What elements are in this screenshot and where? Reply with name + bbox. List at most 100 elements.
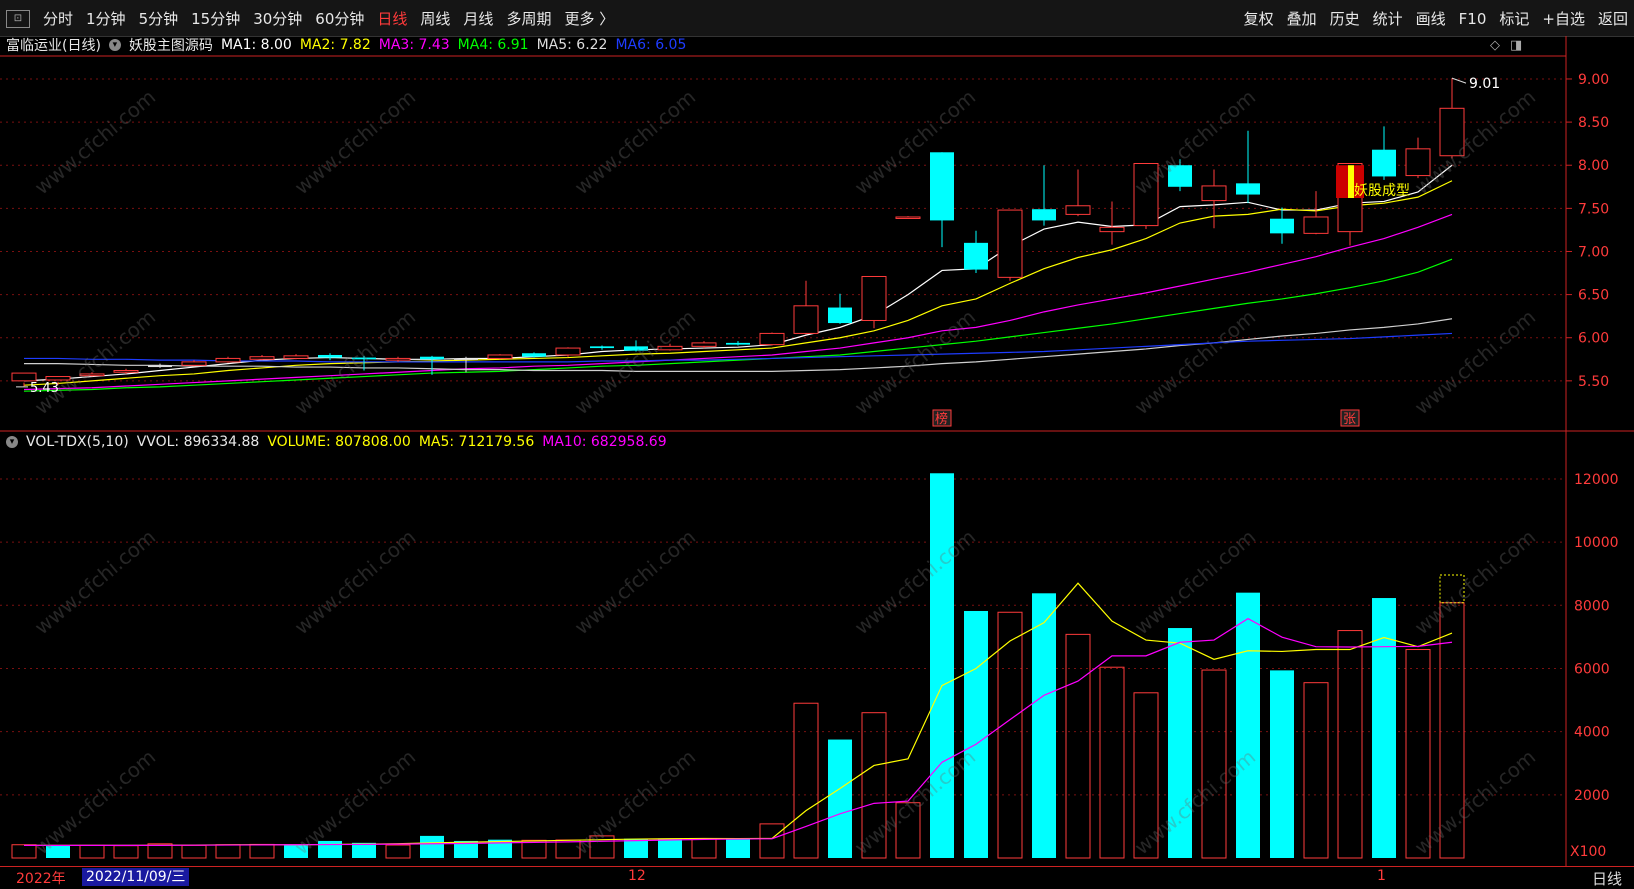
price-tick-label: 6.50 [1578, 288, 1609, 304]
volume-bar [555, 839, 581, 859]
volume-bar [1099, 666, 1125, 859]
volume-bar [1133, 692, 1159, 859]
period-label[interactable]: 日线 [1592, 868, 1622, 889]
volume-bar [215, 844, 241, 859]
volume-tick-label: 6000 [1574, 661, 1610, 677]
price-tick-label: 8.00 [1578, 158, 1609, 174]
candle-body [1032, 209, 1056, 221]
candle-body [11, 372, 37, 382]
price-tick-label: 7.00 [1578, 244, 1609, 260]
cursor-date: 2022/11/09/三 [82, 868, 190, 886]
volume-unit-label: X100 [1570, 844, 1606, 860]
price-tick-label: 6.00 [1578, 331, 1609, 347]
volume-bar [930, 473, 954, 858]
candle-body [1439, 107, 1465, 157]
candle-body [997, 209, 1023, 278]
candle-body [861, 275, 887, 321]
price-tick-label: 9.00 [1578, 72, 1609, 88]
candle-body [726, 342, 750, 345]
volume-bar [861, 712, 887, 859]
volume-bar [624, 838, 648, 858]
price-tick-label: 7.50 [1578, 201, 1609, 217]
volume-bar [113, 845, 139, 859]
volume-bar [1405, 649, 1431, 859]
candle-body [793, 305, 819, 334]
volume-tick-label: 4000 [1574, 725, 1610, 741]
panel-toggle-icon[interactable]: ◨ [1510, 38, 1522, 53]
candle-body [828, 307, 852, 324]
kline-chart[interactable]: 9.008.508.007.507.006.506.005.5012000100… [0, 0, 1634, 888]
volume-bar [1201, 669, 1227, 859]
volume-bar [828, 739, 852, 858]
candle-body [964, 242, 988, 270]
volume-bar [79, 844, 105, 859]
candle-body [691, 342, 717, 347]
volume-bar [1439, 602, 1465, 859]
volume-bar [1032, 593, 1056, 858]
volume-bar [726, 839, 750, 858]
candle-body [1270, 218, 1294, 234]
candle-body [522, 353, 546, 357]
candle-body [181, 361, 207, 366]
price-ma2-line [23, 180, 1453, 386]
volume-bar [1236, 592, 1260, 858]
candle-body [148, 365, 172, 368]
volume-bar [691, 838, 717, 859]
candle-body [113, 370, 139, 373]
volume-estimate-bar [1439, 574, 1465, 604]
volume-tick-label: 8000 [1574, 598, 1610, 614]
candle-body [930, 152, 954, 221]
volume-bar [1303, 682, 1329, 859]
volume-bar [385, 844, 411, 859]
candle-body [590, 346, 614, 349]
volume-bar [895, 802, 921, 859]
volume-bar [793, 702, 819, 859]
volume-bar [318, 840, 342, 858]
volume-bar [11, 844, 37, 859]
candle-body [1201, 185, 1227, 202]
month-label-1: 1 [1377, 868, 1386, 884]
volume-bar [1270, 670, 1294, 858]
volume-tick-label: 10000 [1574, 535, 1619, 551]
candle-body [249, 356, 275, 360]
candle-body [1065, 205, 1091, 215]
candle-body [759, 332, 785, 346]
volume-bar [1168, 628, 1192, 858]
volume-bar [352, 842, 376, 858]
candle-body [895, 216, 921, 219]
volume-bar [658, 838, 682, 858]
price-ma1-line [23, 164, 1453, 382]
signal-text: 妖股成型 [1354, 183, 1410, 199]
candle-body [1303, 216, 1329, 234]
volume-bar [997, 611, 1023, 859]
volume-bar [759, 823, 785, 859]
marker-bang: 榜 [935, 411, 948, 427]
volume-bar [249, 843, 275, 859]
volume-bar [1337, 630, 1363, 859]
volume-bar [46, 845, 70, 858]
candle-body [79, 373, 105, 377]
year-label: 2022年 [16, 871, 66, 887]
volume-bar [964, 610, 988, 858]
candle-body [1133, 163, 1159, 227]
candle-body [283, 355, 309, 359]
candle-body [1372, 149, 1396, 177]
date-axis [0, 866, 1634, 889]
candle-body [318, 354, 342, 358]
volume-bar [284, 844, 308, 858]
candle-body [215, 357, 241, 363]
candle-body [555, 347, 581, 356]
candle-body [487, 354, 513, 359]
low-price-label: 5.43 [30, 381, 59, 396]
candle-body [45, 376, 71, 381]
volume-tick-label: 2000 [1574, 788, 1610, 804]
volume-tick-label: 12000 [1574, 472, 1619, 488]
candle-body [1099, 226, 1125, 233]
volume-bar [420, 835, 444, 858]
diamond-icon[interactable]: ◇ [1490, 38, 1500, 53]
candle-body [1168, 165, 1192, 187]
candle-body [1405, 148, 1431, 177]
candle-body [624, 346, 648, 351]
candle-body [454, 358, 478, 360]
price-ma3-line [23, 213, 1453, 391]
